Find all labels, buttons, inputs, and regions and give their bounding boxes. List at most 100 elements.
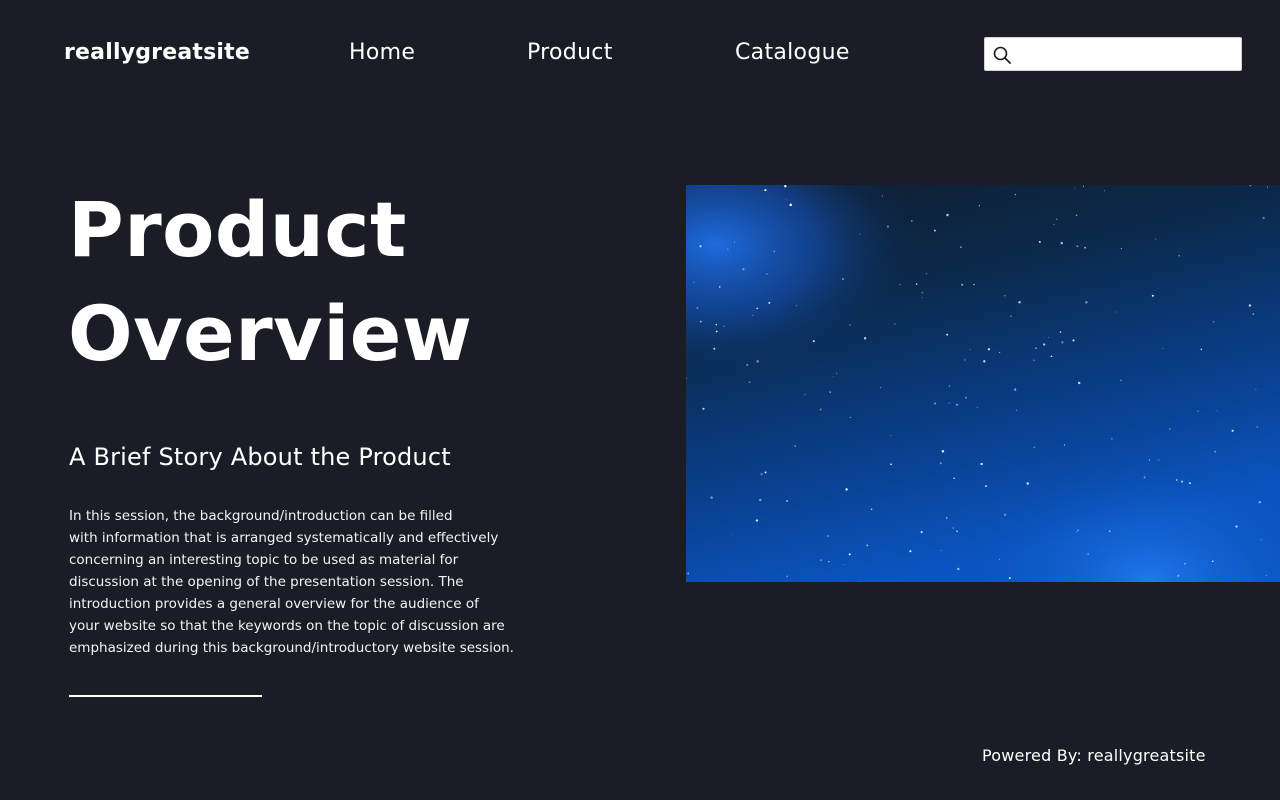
star — [1074, 187, 1076, 189]
star — [789, 203, 792, 207]
description-line: emphasized during this background/introd… — [69, 640, 514, 656]
search-input[interactable] — [1019, 42, 1239, 68]
star — [980, 462, 983, 466]
description-line: concerning an interesting topic to be us… — [69, 552, 459, 568]
star — [1053, 224, 1055, 225]
star — [715, 323, 718, 326]
star — [848, 553, 851, 556]
star — [1143, 476, 1146, 479]
page-title: Product Overview — [68, 178, 473, 386]
star — [1035, 347, 1037, 349]
star — [765, 273, 768, 275]
star — [1262, 216, 1265, 220]
nav-catalogue-link[interactable]: Catalogue — [735, 40, 850, 65]
star — [699, 320, 702, 323]
star — [948, 385, 950, 387]
star — [1162, 348, 1164, 350]
search-icon[interactable] — [992, 45, 1012, 65]
star — [731, 534, 733, 536]
star — [1063, 444, 1065, 446]
star — [963, 359, 966, 361]
star — [849, 324, 851, 326]
star — [764, 189, 767, 192]
star — [881, 195, 883, 197]
star — [1197, 410, 1199, 412]
star — [1184, 562, 1186, 565]
star — [866, 544, 869, 547]
star — [785, 199, 787, 201]
star — [723, 325, 725, 327]
star — [985, 485, 987, 488]
star — [1026, 482, 1030, 485]
star — [961, 283, 964, 286]
star — [794, 445, 796, 447]
site-logo[interactable]: reallygreatsite — [64, 40, 250, 65]
star — [1075, 214, 1078, 217]
star — [1265, 574, 1268, 577]
star — [1004, 295, 1006, 297]
star — [953, 477, 955, 479]
star — [946, 213, 949, 217]
star — [1043, 343, 1046, 346]
star — [1255, 388, 1257, 390]
star — [860, 580, 862, 582]
star — [1072, 339, 1075, 342]
star — [832, 376, 834, 378]
star — [960, 246, 962, 249]
star — [1212, 560, 1214, 563]
star — [1168, 428, 1171, 430]
star — [1055, 218, 1058, 221]
star — [760, 473, 763, 476]
star — [909, 550, 912, 553]
star — [890, 463, 892, 466]
star — [812, 340, 815, 343]
star — [1249, 185, 1251, 187]
star — [921, 291, 924, 294]
star — [733, 241, 736, 243]
star — [1267, 186, 1268, 188]
star — [1158, 459, 1160, 461]
star — [1047, 337, 1049, 338]
star — [941, 449, 945, 453]
description-paragraph: In this session, the background/introduc… — [69, 505, 539, 659]
star — [1003, 513, 1007, 516]
star — [1252, 313, 1255, 315]
star — [969, 349, 971, 351]
star — [786, 500, 788, 502]
star — [921, 297, 923, 299]
star — [828, 560, 830, 563]
star — [870, 508, 873, 511]
star — [1213, 321, 1215, 323]
star — [939, 462, 942, 465]
page-subtitle: A Brief Story About the Product — [69, 443, 451, 471]
star — [880, 387, 882, 389]
star — [983, 360, 986, 363]
star — [845, 488, 848, 491]
star — [748, 381, 751, 383]
star — [1188, 482, 1191, 485]
star — [1008, 577, 1011, 579]
star — [1084, 246, 1086, 249]
star — [1111, 438, 1113, 440]
star — [710, 496, 713, 499]
star — [829, 391, 832, 394]
star — [1216, 410, 1218, 412]
description-line: In this session, the background/introduc… — [69, 508, 453, 524]
star — [1151, 294, 1154, 297]
star — [1014, 388, 1017, 391]
star — [999, 351, 1001, 353]
star — [1175, 479, 1178, 481]
star — [1060, 241, 1064, 245]
star — [1200, 348, 1203, 351]
star — [687, 572, 690, 575]
search-box[interactable] — [984, 37, 1242, 71]
star — [843, 564, 845, 566]
nav-product-link[interactable]: Product — [527, 40, 613, 65]
description-line: discussion at the opening of the present… — [69, 574, 464, 590]
nav-home-link[interactable]: Home — [349, 40, 415, 65]
star — [1256, 426, 1258, 428]
star — [796, 305, 798, 307]
star — [826, 535, 829, 537]
star — [957, 567, 960, 571]
star — [1231, 429, 1234, 432]
